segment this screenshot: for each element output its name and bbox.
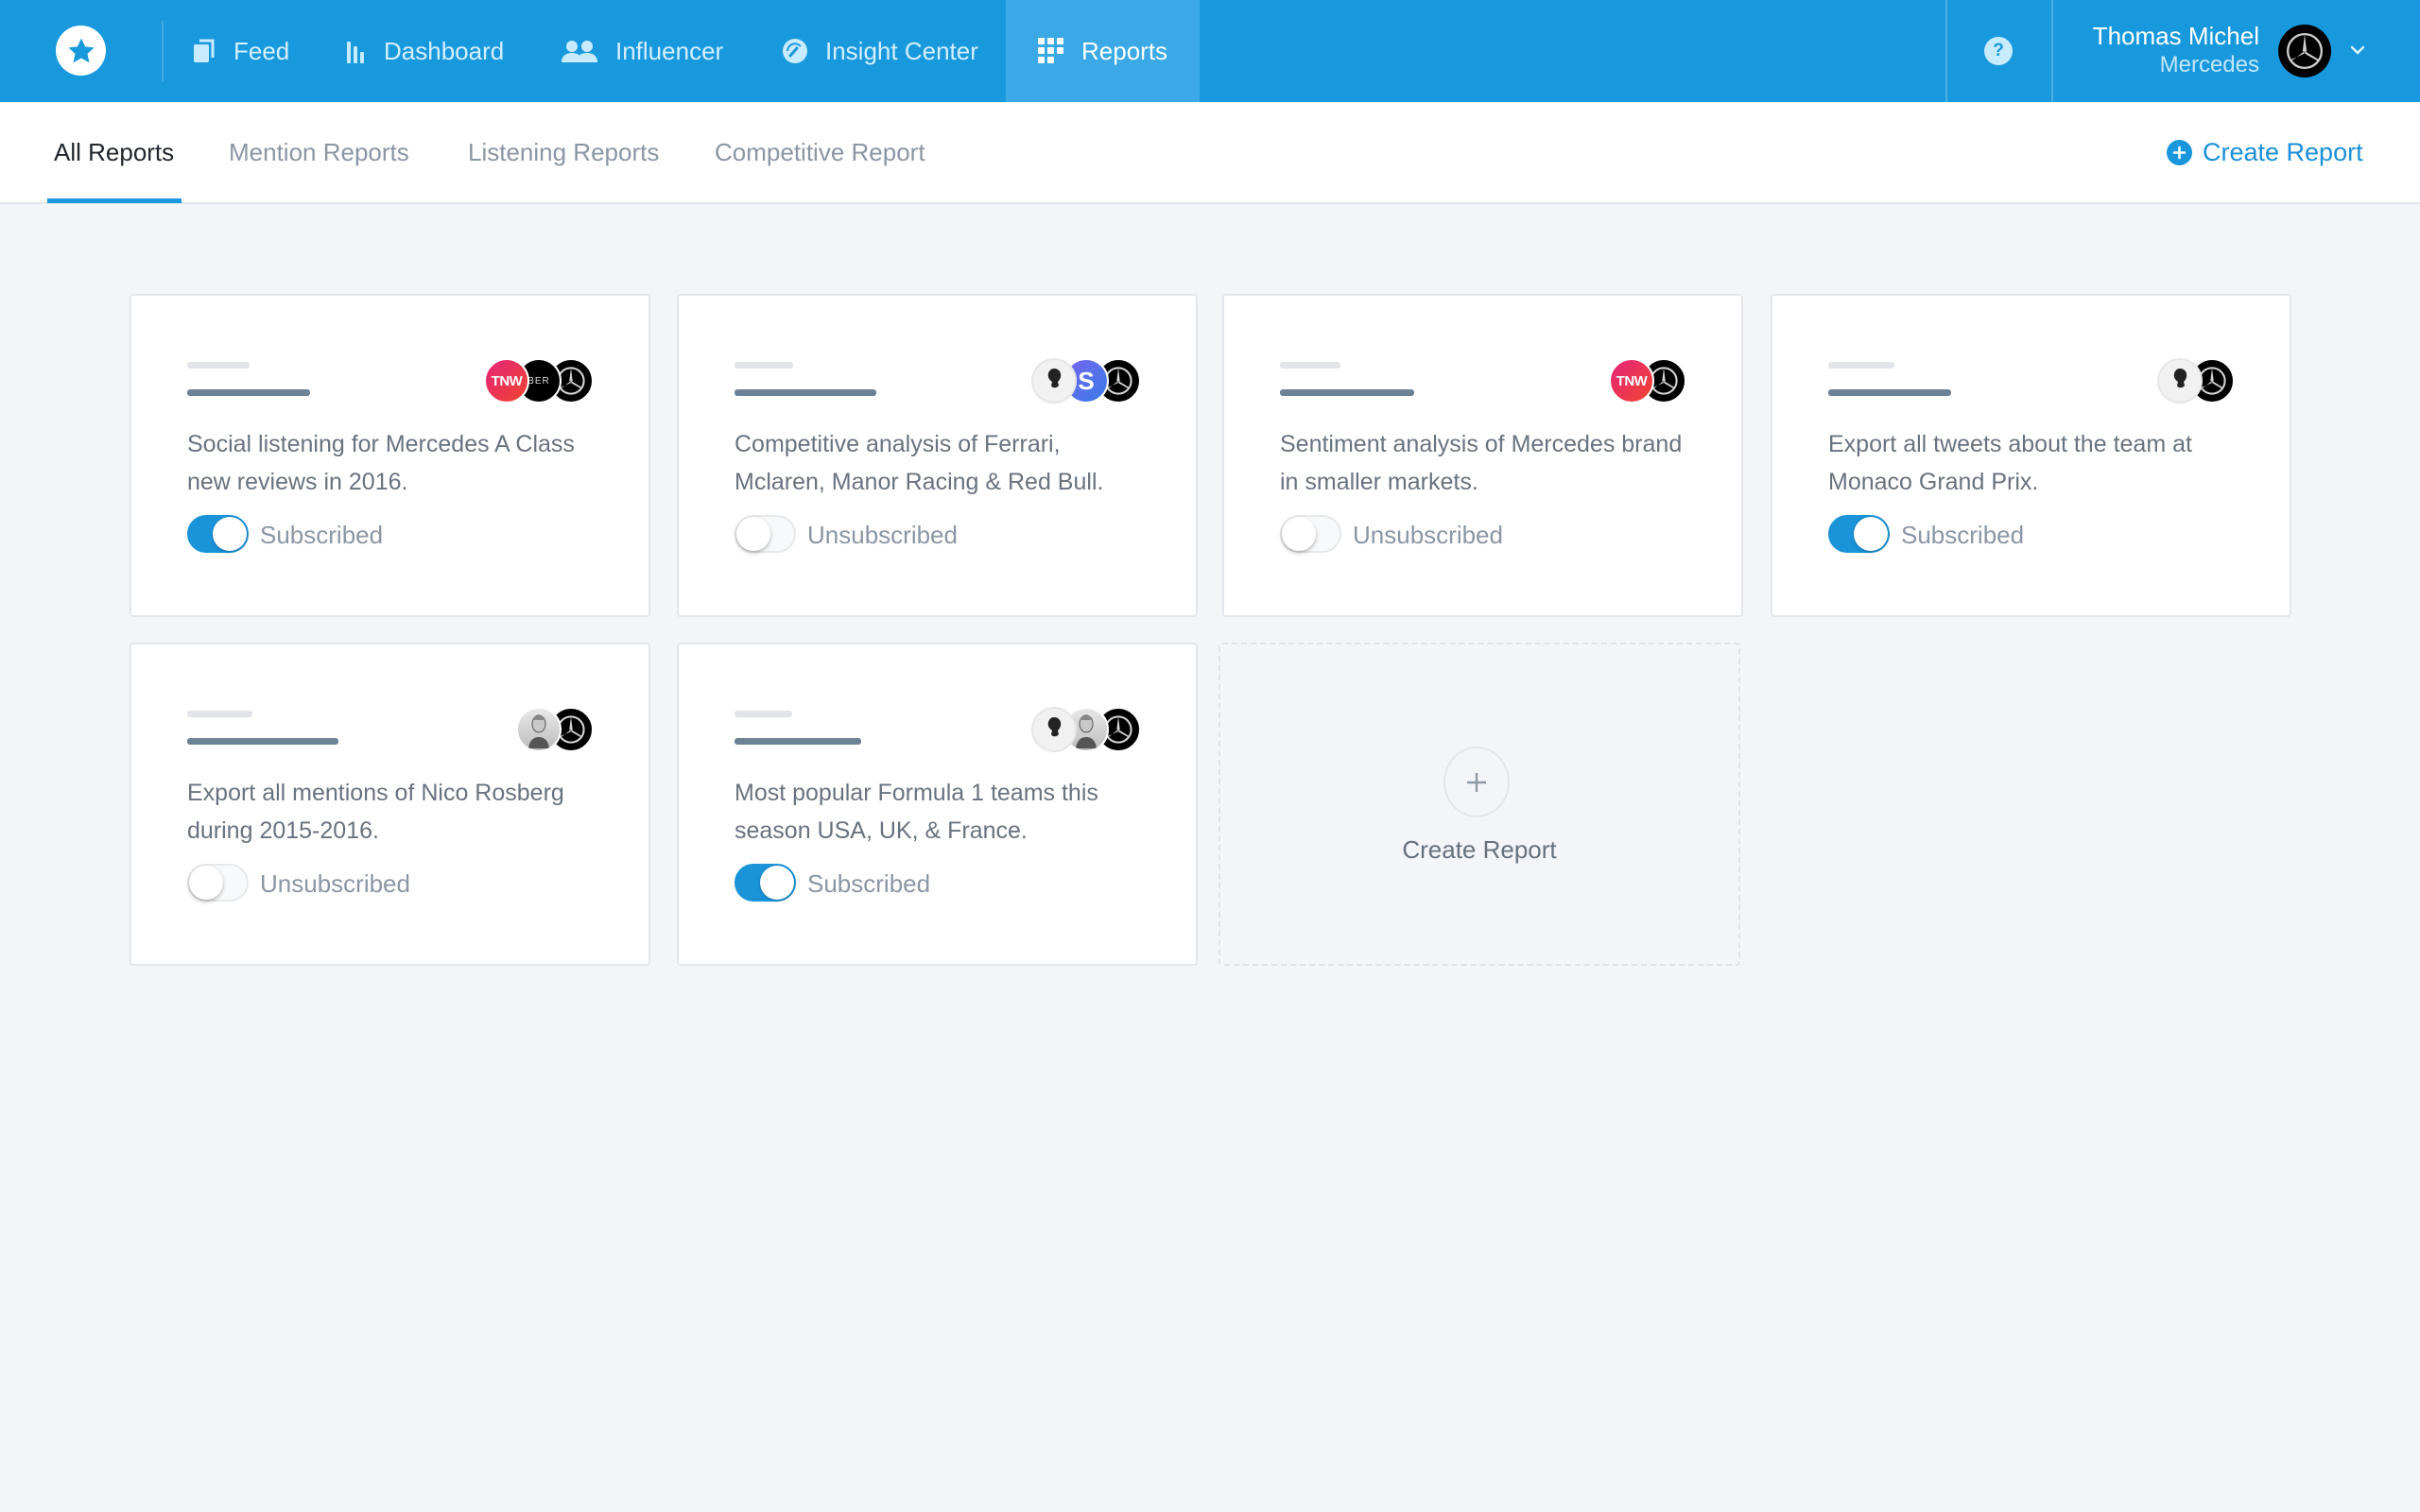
nav-influencer[interactable]: Influencer xyxy=(561,0,723,102)
star-icon xyxy=(67,38,95,62)
report-card[interactable]: Export all mentions of Nico Rosberg duri… xyxy=(130,643,650,966)
app-logo[interactable] xyxy=(56,26,106,76)
chevron-down-icon xyxy=(2350,45,2365,55)
toggle-knob xyxy=(213,517,247,551)
person-photo-avatar xyxy=(516,707,562,752)
top-navigation-bar: Feed Dashboard Influencer Insight Center… xyxy=(0,0,2420,102)
users-icon xyxy=(561,39,598,63)
plus-circle-icon xyxy=(2167,140,2192,165)
person-avatar-icon xyxy=(1031,358,1077,404)
help-icon: ? xyxy=(1993,41,2004,60)
nav-reports[interactable]: Reports xyxy=(1006,0,1201,102)
source-avatars xyxy=(1031,707,1141,752)
report-description: Competitive analysis of Ferrari, Mclaren… xyxy=(735,431,1104,495)
nav-feed[interactable]: Feed xyxy=(194,0,289,102)
title-placeholder-bar xyxy=(1828,362,1894,369)
report-description: Export all mentions of Nico Rosberg duri… xyxy=(187,780,564,844)
title-placeholder-bar xyxy=(1280,362,1340,369)
nav-dashboard[interactable]: Dashboard xyxy=(346,0,504,102)
report-card[interactable]: BER TNW Social listening for Mercedes A Cl… xyxy=(130,294,650,617)
subscription-status: Subscribed xyxy=(1901,521,2025,549)
report-description: Sentiment analysis of Mercedes brand in … xyxy=(1280,431,1683,495)
nav-insight-center[interactable]: Insight Center xyxy=(782,0,978,102)
report-description: Most popular Formula 1 teams this season… xyxy=(735,780,1098,844)
nav-reports-label: Reports xyxy=(1081,36,1168,65)
person-avatar-icon xyxy=(1031,707,1077,752)
gauge-icon xyxy=(782,38,808,64)
nav-influencer-label: Influencer xyxy=(615,36,724,65)
user-name[interactable]: Thomas Michel xyxy=(2093,22,2259,51)
report-card[interactable]: Export all tweets about the team at Mona… xyxy=(1771,294,2291,617)
tnw-logo-icon: TNW xyxy=(484,358,529,404)
tab-listening-reports[interactable]: Listening Reports xyxy=(468,138,659,167)
subtitle-placeholder-bar xyxy=(187,389,310,396)
plus-icon xyxy=(1443,747,1510,817)
create-report-button[interactable]: Create Report xyxy=(2167,138,2363,167)
tab-mention-reports[interactable]: Mention Reports xyxy=(229,138,409,167)
report-filter-tabs: All Reports Mention Reports Listening Re… xyxy=(0,102,2420,204)
subscription-toggle[interactable] xyxy=(735,515,796,553)
subtitle-placeholder-bar xyxy=(1280,389,1414,396)
subscription-status: Subscribed xyxy=(807,869,931,898)
help-button[interactable]: ? xyxy=(1984,37,2013,65)
source-avatars xyxy=(2157,358,2235,404)
subscription-toggle[interactable] xyxy=(187,515,249,553)
subtitle-placeholder-bar xyxy=(735,738,861,745)
nav-dashboard-label: Dashboard xyxy=(384,36,505,65)
subscription-status: Subscribed xyxy=(260,521,384,549)
mercedes-logo-icon xyxy=(2286,32,2324,70)
report-card[interactable]: Most popular Formula 1 teams this season… xyxy=(677,643,1198,966)
subscription-toggle[interactable] xyxy=(1828,515,1890,553)
source-avatars: BER TNW xyxy=(484,358,594,404)
feed-icon xyxy=(194,39,216,63)
subscription-status: Unsubscribed xyxy=(807,521,958,549)
subtitle-placeholder-bar xyxy=(735,389,876,396)
grid-icon xyxy=(1038,38,1064,64)
subtitle-placeholder-bar xyxy=(187,738,338,745)
create-report-card-label: Create Report xyxy=(1402,835,1557,864)
report-card[interactable]: S Competitive analysis of Ferrari, Mclare… xyxy=(677,294,1198,617)
active-tab-indicator xyxy=(47,198,182,203)
bar-chart-icon xyxy=(346,39,367,63)
nav-divider xyxy=(1945,0,1947,102)
create-report-label: Create Report xyxy=(2203,138,2363,166)
title-placeholder-bar xyxy=(735,362,793,369)
nav-divider xyxy=(162,21,164,81)
nav-divider xyxy=(2051,0,2053,102)
tab-all-reports[interactable]: All Reports xyxy=(54,138,174,167)
toggle-knob xyxy=(736,517,770,551)
report-card[interactable]: TNW Sentiment analysis of Mercedes brand … xyxy=(1222,294,1743,617)
subtitle-placeholder-bar xyxy=(1828,389,1951,396)
subscription-status: Unsubscribed xyxy=(260,869,410,898)
person-avatar-icon xyxy=(2157,358,2203,404)
title-placeholder-bar xyxy=(187,362,250,369)
subscription-toggle[interactable] xyxy=(1280,515,1341,553)
user-menu-chevron[interactable] xyxy=(2345,38,2370,62)
subscription-status: Unsubscribed xyxy=(1353,521,1503,549)
user-organization: Mercedes xyxy=(2159,52,2259,77)
report-description: Export all tweets about the team at Mona… xyxy=(1828,431,2192,495)
subscription-toggle[interactable] xyxy=(187,864,249,902)
source-avatars: TNW xyxy=(1609,358,1686,404)
create-report-card[interactable]: Create Report xyxy=(1219,643,1740,966)
toggle-knob xyxy=(1282,517,1316,551)
tab-competitive-report[interactable]: Competitive Report xyxy=(715,138,925,167)
source-avatars: S xyxy=(1031,358,1141,404)
nav-feed-label: Feed xyxy=(233,36,290,65)
source-avatars xyxy=(516,707,594,752)
title-placeholder-bar xyxy=(187,711,252,717)
toggle-knob xyxy=(189,866,223,900)
tnw-logo-icon: TNW xyxy=(1609,358,1654,404)
user-avatar[interactable] xyxy=(2278,25,2331,77)
report-description: Social listening for Mercedes A Class ne… xyxy=(187,431,575,495)
toggle-knob xyxy=(760,866,794,900)
subscription-toggle[interactable] xyxy=(735,864,796,902)
title-placeholder-bar xyxy=(735,711,792,717)
nav-insight-center-label: Insight Center xyxy=(825,36,978,65)
toggle-knob xyxy=(1854,517,1888,551)
